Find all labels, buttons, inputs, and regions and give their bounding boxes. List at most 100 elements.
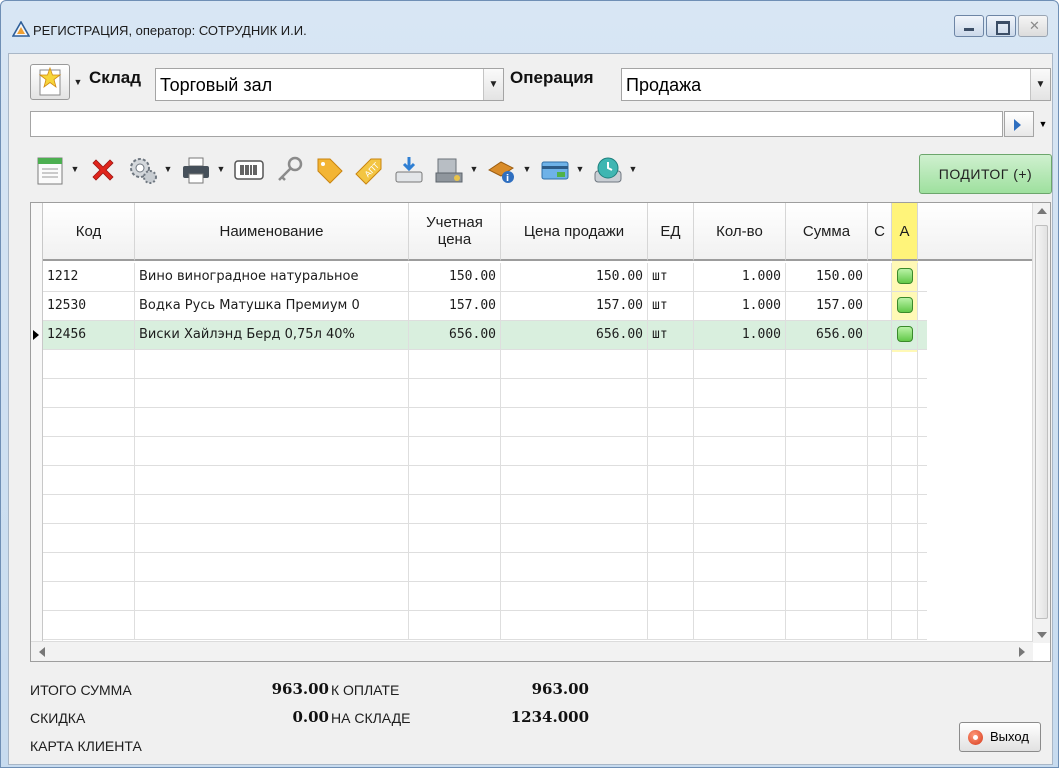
search-dropdown[interactable]: ▼ — [1035, 111, 1051, 137]
vertical-scrollbar[interactable] — [1032, 203, 1050, 643]
exit-button[interactable]: Выход — [959, 722, 1041, 752]
table-row[interactable] — [43, 524, 927, 553]
new-document-button[interactable] — [30, 64, 70, 100]
discount-button[interactable]: i — [482, 150, 520, 188]
table-row[interactable]: 12456 Виски Хайлэнд Берд 0,75л 40% 656.00 6… — [43, 321, 927, 350]
cell-unit[interactable] — [648, 379, 694, 408]
scroll-up-icon[interactable] — [1037, 208, 1047, 214]
subtotal-button[interactable]: ПОДИТОГ (+) — [919, 154, 1052, 194]
cell-c[interactable] — [868, 437, 892, 466]
cell-sale-price[interactable] — [501, 553, 648, 582]
cell-sum[interactable] — [786, 524, 868, 553]
operation-select[interactable]: Продажа ▼ — [621, 68, 1051, 101]
card-button[interactable] — [535, 150, 573, 188]
items-table[interactable]: Код Наименование Учетная цена Цена прода… — [30, 202, 1051, 662]
table-row[interactable] — [43, 553, 927, 582]
cell-acc-price[interactable]: 150.00 — [409, 263, 501, 292]
cell-code[interactable] — [43, 408, 135, 437]
horizontal-scrollbar[interactable] — [31, 641, 1033, 661]
cell-qty[interactable] — [694, 408, 786, 437]
cell-sum[interactable]: 656.00 — [786, 321, 868, 350]
cell-code[interactable] — [43, 437, 135, 466]
new-document-dropdown[interactable]: ▼ — [72, 64, 84, 100]
cell-unit[interactable]: шт — [648, 263, 694, 292]
cash-register-button[interactable] — [429, 150, 467, 188]
cell-acc-price[interactable]: 656.00 — [409, 321, 501, 350]
cell-unit[interactable] — [648, 611, 694, 640]
discount-dropdown[interactable]: ▼ — [521, 150, 533, 188]
cell-code[interactable] — [43, 553, 135, 582]
cell-qty[interactable] — [694, 582, 786, 611]
table-row[interactable]: 12530 Водка Русь Матушка Премиум 0 157.00 1… — [43, 292, 927, 321]
cell-acc-price[interactable] — [409, 582, 501, 611]
cell-unit[interactable] — [648, 408, 694, 437]
cell-name[interactable] — [135, 495, 409, 524]
cell-sale-price[interactable] — [501, 495, 648, 524]
table-row[interactable] — [43, 379, 927, 408]
cell-c[interactable] — [868, 321, 892, 350]
cell-a[interactable] — [892, 553, 918, 582]
cell-unit[interactable] — [648, 437, 694, 466]
cell-sum[interactable] — [786, 495, 868, 524]
cell-code[interactable] — [43, 495, 135, 524]
cell-acc-price[interactable] — [409, 350, 501, 379]
cash-register-dropdown[interactable]: ▼ — [468, 150, 480, 188]
cell-sum[interactable] — [786, 408, 868, 437]
cell-sale-price[interactable] — [501, 524, 648, 553]
cell-sum[interactable] — [786, 553, 868, 582]
table-row[interactable] — [43, 466, 927, 495]
cell-c[interactable] — [868, 292, 892, 321]
cell-a[interactable] — [892, 495, 918, 524]
cell-a[interactable] — [892, 321, 918, 350]
table-row[interactable]: 1212 Вино виноградное натуральное 150.00 15… — [43, 263, 927, 292]
cell-name[interactable] — [135, 350, 409, 379]
cell-a[interactable] — [892, 263, 918, 292]
checkbox-icon[interactable] — [897, 297, 913, 313]
print-button[interactable] — [176, 150, 214, 188]
cell-unit[interactable] — [648, 466, 694, 495]
cell-c[interactable] — [868, 553, 892, 582]
cell-name[interactable] — [135, 437, 409, 466]
column-header-c[interactable]: С — [868, 203, 892, 261]
print-dropdown[interactable]: ▼ — [215, 150, 227, 188]
cell-sum[interactable] — [786, 379, 868, 408]
chevron-down-icon[interactable]: ▼ — [483, 69, 503, 100]
cell-qty[interactable]: 1.000 — [694, 292, 786, 321]
settings-button[interactable] — [123, 150, 161, 188]
table-row[interactable] — [43, 582, 927, 611]
receipt-dropdown[interactable]: ▼ — [69, 150, 81, 188]
scroll-right-icon[interactable] — [1019, 647, 1025, 657]
settings-dropdown[interactable]: ▼ — [162, 150, 174, 188]
scroll-left-icon[interactable] — [39, 647, 45, 657]
cell-code[interactable]: 12530 — [43, 292, 135, 321]
cell-qty[interactable] — [694, 466, 786, 495]
table-row[interactable] — [43, 408, 927, 437]
chevron-down-icon[interactable]: ▼ — [1030, 69, 1050, 100]
cell-a[interactable] — [892, 582, 918, 611]
cell-qty[interactable] — [694, 524, 786, 553]
cell-name[interactable] — [135, 553, 409, 582]
cell-c[interactable] — [868, 582, 892, 611]
cell-acc-price[interactable] — [409, 466, 501, 495]
checkbox-icon[interactable] — [897, 326, 913, 342]
column-header-a[interactable]: А — [892, 203, 918, 261]
column-header-code[interactable]: Код — [43, 203, 135, 261]
cell-qty[interactable] — [694, 553, 786, 582]
cell-acc-price[interactable] — [409, 408, 501, 437]
cell-qty[interactable] — [694, 350, 786, 379]
card-dropdown[interactable]: ▼ — [574, 150, 586, 188]
cell-code[interactable] — [43, 582, 135, 611]
close-button[interactable] — [1018, 15, 1048, 37]
cell-acc-price[interactable] — [409, 437, 501, 466]
cell-sale-price[interactable]: 656.00 — [501, 321, 648, 350]
scrollbar-thumb[interactable] — [1035, 225, 1048, 619]
cell-acc-price[interactable]: 157.00 — [409, 292, 501, 321]
cell-sum[interactable] — [786, 350, 868, 379]
cell-unit[interactable] — [648, 582, 694, 611]
cell-acc-price[interactable] — [409, 495, 501, 524]
cell-a[interactable] — [892, 466, 918, 495]
cell-a[interactable] — [892, 292, 918, 321]
clock-dropdown[interactable]: ▼ — [627, 150, 639, 188]
search-input[interactable] — [30, 111, 1003, 137]
cell-a[interactable] — [892, 350, 918, 379]
